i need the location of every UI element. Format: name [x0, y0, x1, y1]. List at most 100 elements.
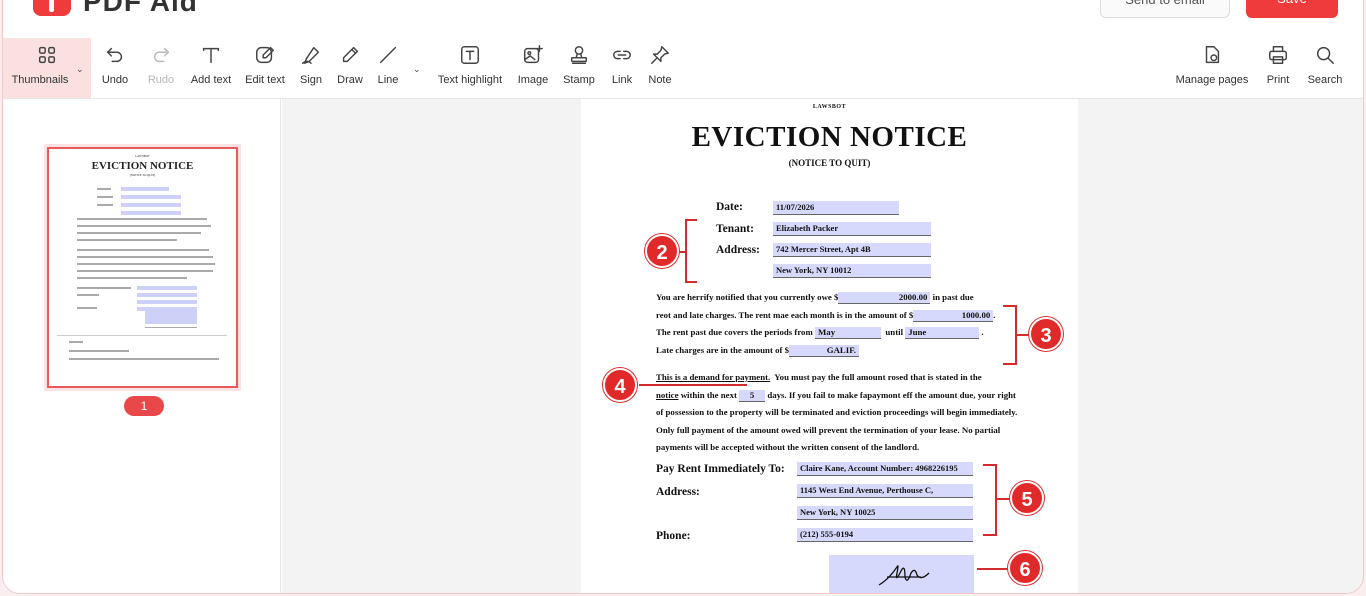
late-charges-field[interactable]: GALIF.	[789, 344, 859, 357]
sign-label: Sign	[299, 74, 323, 86]
pay-address-label: Address:	[656, 486, 700, 498]
annotation-pointer-6	[977, 568, 1009, 570]
annotation-marker-5: 5	[1010, 481, 1044, 515]
sign-button[interactable]: Sign	[295, 38, 327, 98]
tenant-label: Tenant:	[716, 223, 754, 235]
tenant-field[interactable]: Elizabeth Packer	[773, 222, 931, 236]
pay-rent-label: Pay Rent Immediately To:	[656, 463, 785, 475]
print-button[interactable]: Print	[1265, 38, 1291, 98]
send-to-email-button[interactable]: Send to email	[1100, 0, 1230, 18]
save-button[interactable]: Save	[1246, 0, 1338, 18]
text-highlight-icon	[461, 46, 479, 64]
link-button[interactable]: Link	[609, 38, 635, 98]
draw-label: Draw	[337, 74, 363, 86]
manage-pages-icon	[1205, 46, 1220, 64]
print-label: Print	[1266, 74, 1290, 86]
stamp-label: Stamp	[563, 74, 595, 86]
doc-title: EVICTION NOTICE	[691, 121, 968, 153]
date-field[interactable]: 11/07/2026	[773, 201, 899, 215]
chevron-down-icon[interactable]: ⌄	[76, 64, 84, 75]
undo-icon	[106, 47, 123, 63]
pay-address-line1-field[interactable]: 1145 West End Avenue, Perthouse C,	[797, 484, 973, 498]
days-field[interactable]: 5	[739, 389, 766, 402]
undo-button[interactable]: Undo	[97, 38, 133, 98]
period-from-field[interactable]: May	[815, 327, 881, 339]
doc-subtitle: (NOTICE TO QUIT)	[788, 158, 871, 168]
annotation-marker-6: 6	[1008, 551, 1042, 585]
annotation-pointer-4	[639, 384, 747, 386]
note-label: Note	[648, 74, 672, 86]
owed-amount-field[interactable]: 2000.00	[838, 292, 931, 304]
redo-icon	[153, 47, 170, 63]
thumbnails-button[interactable]: Thumbnails ⌄	[3, 38, 91, 98]
date-label: Date:	[716, 201, 743, 213]
document-page: LAWSBOT EVICTION NOTICE (NOTICE TO QUIT)…	[581, 99, 1078, 593]
image-label: Image	[517, 74, 549, 86]
redo-button[interactable]: Rudo	[143, 38, 179, 98]
link-label: Link	[611, 74, 633, 86]
draw-button[interactable]: Draw	[335, 38, 365, 98]
add-text-button[interactable]: Add text	[189, 38, 233, 98]
annotation-bracket-2	[685, 219, 687, 283]
app-header: PDF Aid Send to email Save	[3, 0, 1363, 38]
search-icon	[1316, 46, 1334, 64]
rent-amount-field[interactable]: 1000.00	[913, 309, 994, 322]
printer-icon	[1269, 46, 1287, 64]
brand-name: PDF Aid	[83, 0, 198, 17]
address-line2-field[interactable]: New York, NY 10012	[773, 264, 931, 278]
search-label: Search	[1307, 74, 1343, 86]
annotation-bracket-5	[995, 464, 997, 536]
pay-to-field[interactable]: Claire Kane, Account Number: 4968226195	[797, 462, 973, 476]
undo-label: Undo	[101, 74, 129, 86]
toolbar: Thumbnails ⌄ Undo Rudo Add text Edit tex…	[3, 38, 1363, 99]
text-highlight-button[interactable]: Text highlight	[436, 38, 504, 98]
address-line1-field[interactable]: 742 Mercer Street, Apt 4B	[773, 243, 931, 257]
signature-icon	[878, 565, 930, 586]
note-button[interactable]: Note	[645, 38, 675, 98]
edit-text-icon	[256, 46, 274, 64]
thumbnail-sidebar: LAWSBOT EVICTION NOTICE (NOTICE TO QUIT)	[3, 99, 281, 593]
annotation-marker-4: 4	[603, 368, 637, 402]
annotation-marker-3: 3	[1029, 317, 1063, 351]
stamp-button[interactable]: Stamp	[561, 38, 597, 98]
sign-icon	[302, 46, 320, 64]
link-icon	[613, 50, 631, 60]
stamp-icon	[570, 46, 588, 64]
demand-paragraph: This is a demand for payment. You must p…	[656, 372, 1018, 452]
brand-logo-icon	[33, 0, 71, 16]
image-icon	[524, 45, 543, 64]
line-options-chevron-icon[interactable]: ⌄	[413, 64, 421, 75]
manage-pages-button[interactable]: Manage pages	[1173, 38, 1251, 98]
redo-label: Rudo	[147, 74, 175, 86]
edit-text-button[interactable]: Edit text	[243, 38, 287, 98]
text-icon	[202, 47, 220, 64]
image-button[interactable]: Image	[516, 38, 550, 98]
app-window: PDF Aid Send to email Save Thumbnails ⌄ …	[2, 0, 1364, 594]
owed-paragraph: You are herrify notified that you curren…	[656, 292, 996, 357]
address-label: Address:	[716, 244, 760, 256]
page-number-badge: 1	[124, 396, 164, 416]
pen-icon	[342, 46, 359, 63]
period-until-field[interactable]: June	[905, 327, 980, 339]
search-button[interactable]: Search	[1305, 38, 1345, 98]
manage-pages-label: Manage pages	[1175, 74, 1249, 86]
thumb-lawsbot: LAWSBOT	[135, 154, 150, 158]
document-canvas: LAWSBOT EVICTION NOTICE (NOTICE TO QUIT)…	[282, 99, 1363, 593]
pin-icon	[651, 46, 669, 64]
signature-field[interactable]	[829, 555, 974, 593]
add-text-label: Add text	[190, 74, 232, 86]
page-thumbnail[interactable]: LAWSBOT EVICTION NOTICE (NOTICE TO QUIT)	[47, 147, 238, 388]
edit-text-label: Edit text	[245, 74, 285, 86]
pay-address-line2-field[interactable]: New York, NY 10025	[797, 506, 973, 520]
thumb-signature	[145, 309, 197, 324]
thumbnails-icon	[38, 46, 56, 64]
line-button[interactable]: Line	[375, 38, 401, 98]
doc-lawsbot: LAWSBOT	[812, 104, 847, 110]
phone-label: Phone:	[656, 530, 691, 542]
thumb-title: EVICTION NOTICE	[91, 160, 194, 172]
annotation-marker-2: 2	[645, 234, 679, 268]
phone-field[interactable]: (212) 555-0194	[797, 528, 973, 542]
thumb-subtitle: (NOTICE TO QUIT)	[129, 173, 156, 177]
text-highlight-label: Text highlight	[437, 74, 503, 86]
line-label: Line	[377, 74, 399, 86]
